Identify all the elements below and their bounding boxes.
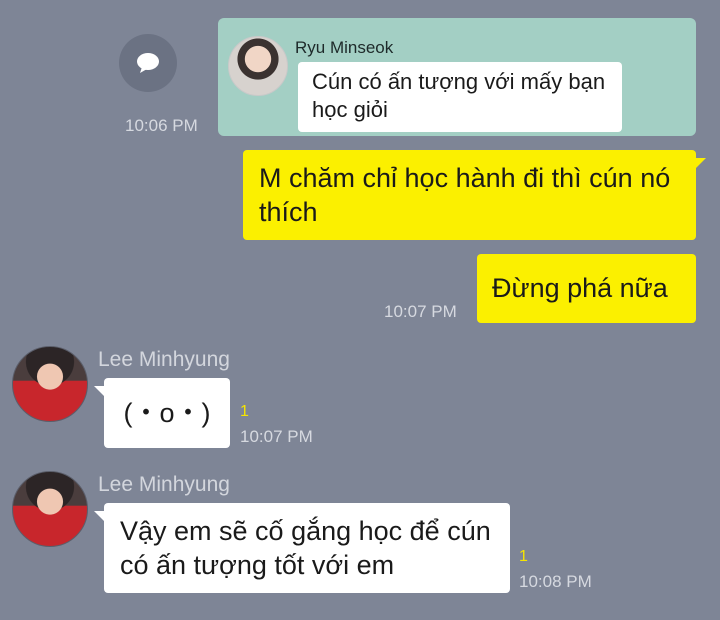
outgoing-bubble-tail (696, 158, 706, 168)
chat-bubble-icon (137, 53, 159, 73)
sender-name: Lee Minhyung (98, 348, 230, 371)
reply-avatar[interactable] (228, 36, 288, 96)
message-timestamp: 10:07 PM (240, 427, 313, 446)
incoming-bubble-tail (94, 386, 104, 396)
incoming-message-bubble[interactable]: (・o・) (104, 378, 230, 448)
sender-avatar[interactable] (12, 471, 88, 547)
incoming-bubble-tail (94, 511, 104, 521)
unread-count: 1 (240, 403, 249, 420)
reply-timestamp: 10:06 PM (125, 116, 198, 135)
share-button[interactable] (119, 34, 177, 92)
message-timestamp: 10:07 PM (384, 302, 457, 321)
reply-message-bubble[interactable]: Cún có ấn tượng với mấy bạn học giỏi (298, 62, 622, 132)
reply-sender-name: Ryu Minseok (295, 38, 394, 57)
outgoing-message-bubble[interactable]: M chăm chỉ học hành đi thì cún nó thích (243, 150, 696, 240)
sender-avatar[interactable] (12, 346, 88, 422)
outgoing-message-bubble[interactable]: Đừng phá nữa (477, 254, 696, 323)
unread-count: 1 (519, 548, 528, 565)
message-timestamp: 10:08 PM (519, 572, 592, 591)
sender-name: Lee Minhyung (98, 473, 230, 496)
incoming-message-bubble[interactable]: Vậy em sẽ cố gắng học để cún có ấn tượng… (104, 503, 510, 593)
